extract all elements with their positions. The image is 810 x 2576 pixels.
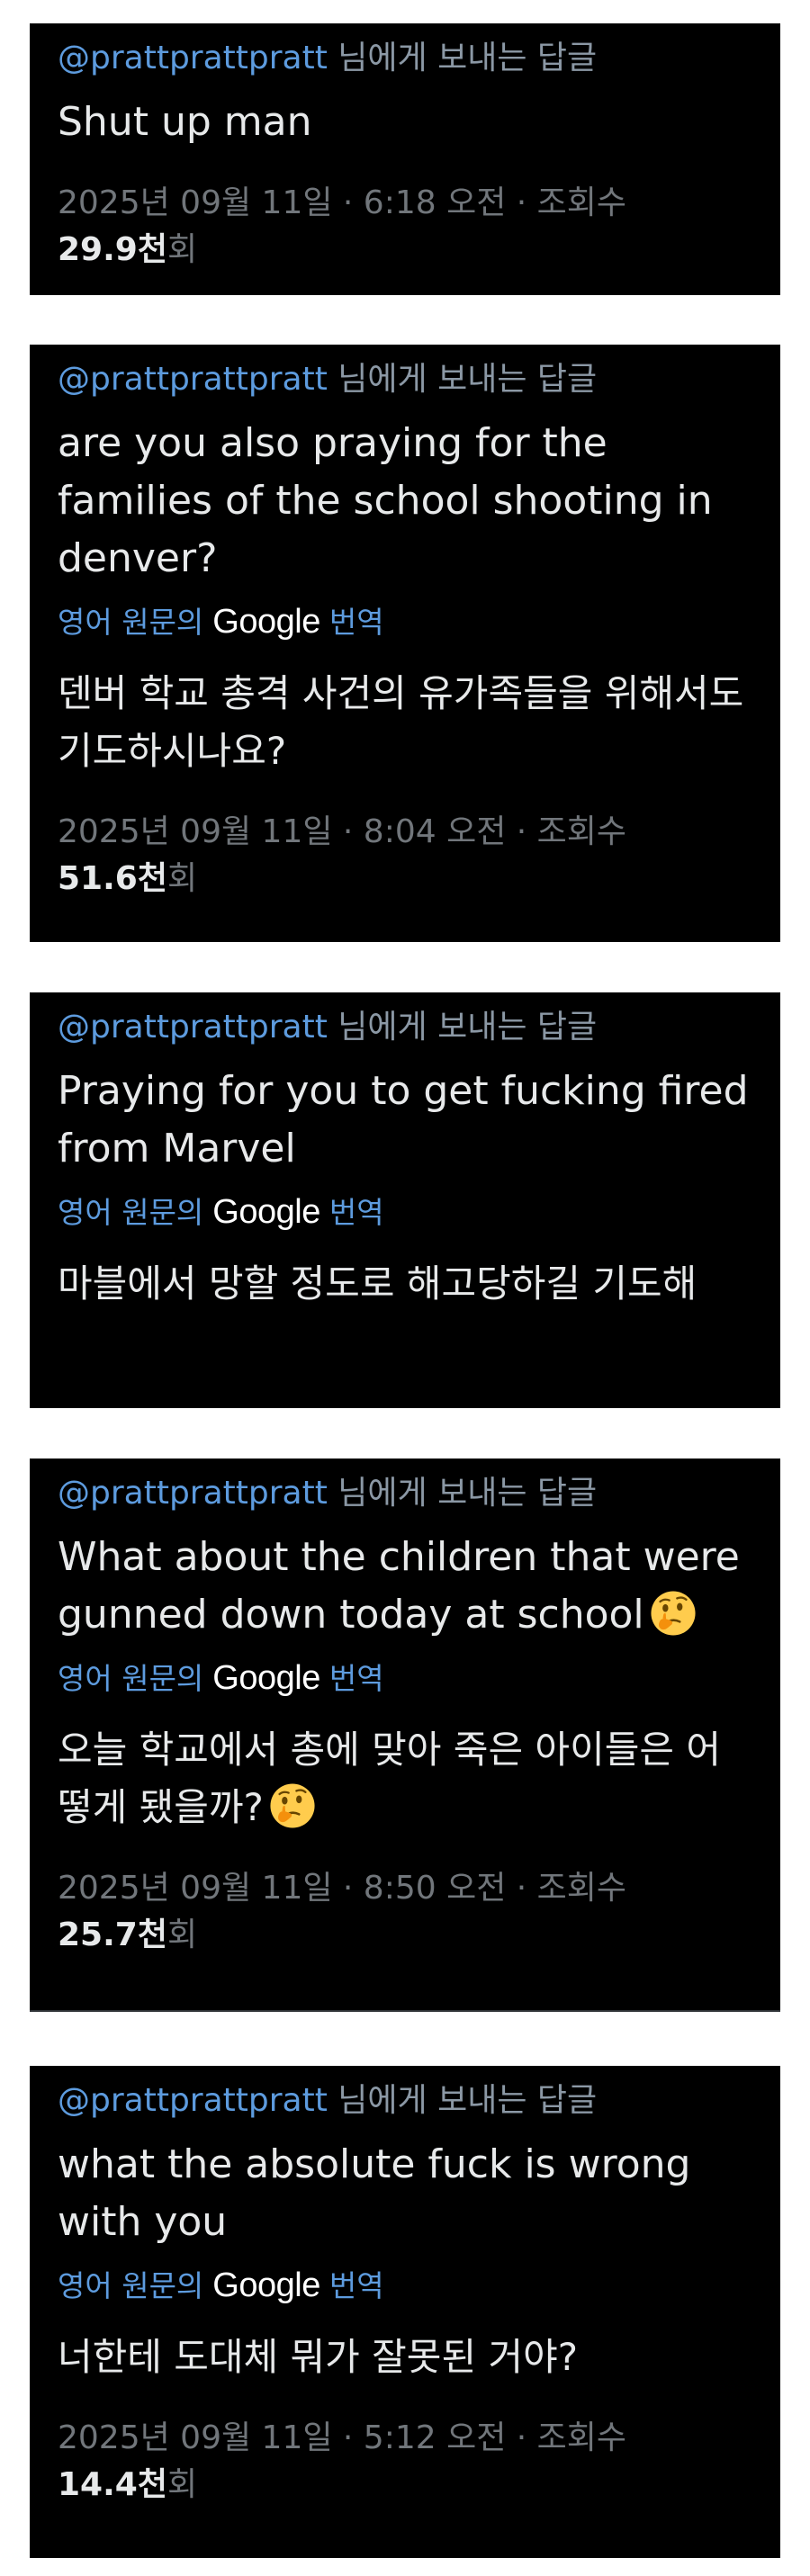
- reply-to-handle-link[interactable]: @prattprattpratt: [58, 1475, 328, 1512]
- view-count-number: 51.6천: [58, 859, 167, 897]
- reply-card[interactable]: @prattprattpratt 님에게 보내는 답글 Shut up man …: [30, 23, 780, 295]
- reply-to-suffix: 님에게 보내는 답글: [327, 361, 598, 398]
- reply-to-suffix: 님에게 보내는 답글: [327, 1009, 598, 1046]
- reply-to-handle-link[interactable]: @prattprattpratt: [58, 2082, 328, 2119]
- translate-source-label: 영어 원문의: [58, 1660, 204, 1696]
- reply-timestamp[interactable]: 2025년 09월 11일 · 8:50 오전 · 조회수: [58, 1865, 752, 1912]
- reply-timestamp[interactable]: 2025년 09월 11일 · 6:18 오전 · 조회수: [58, 180, 752, 227]
- reply-to-line: @prattprattpratt 님에게 보내는 답글: [58, 2078, 752, 2123]
- view-count: 29.9천회: [58, 227, 752, 274]
- thinking-face-icon: [651, 1591, 696, 1636]
- thinking-face-icon: [270, 1783, 315, 1828]
- reply-timestamp[interactable]: 2025년 09월 11일 · 5:12 오전 · 조회수: [58, 2415, 752, 2462]
- translate-action-label: 번역: [328, 2267, 384, 2303]
- reply-to-line: @prattprattpratt 님에게 보내는 답글: [58, 1471, 752, 1516]
- translate-source-label: 영어 원문의: [58, 2267, 204, 2303]
- reply-text-container: What about the children that were gunned…: [58, 1529, 752, 1644]
- reply-text: Praying for you to get fucking fired fro…: [58, 1068, 749, 1172]
- reply-card[interactable]: @prattprattpratt 님에게 보내는 답글 what the abs…: [30, 2066, 780, 2558]
- reply-text: Shut up man: [58, 99, 312, 146]
- reply-to-suffix: 님에게 보내는 답글: [327, 1475, 598, 1512]
- reply-to-line: @prattprattpratt 님에게 보내는 답글: [58, 1005, 752, 1050]
- reply-to-handle-link[interactable]: @prattprattpratt: [58, 1009, 328, 1046]
- translated-text: 덴버 학교 총격 사건의 유가족들을 위해서도 기도하시나요?: [58, 670, 744, 773]
- translate-source-label: 영어 원문의: [58, 604, 204, 640]
- translate-link[interactable]: 영어 원문의 Google 번역: [58, 600, 752, 644]
- reply-to-handle-link[interactable]: @prattprattpratt: [58, 361, 328, 398]
- translated-text: 오늘 학교에서 총에 맞아 죽은 아이들은 어떻게 됐을까?: [58, 1727, 721, 1829]
- reply-card[interactable]: @prattprattpratt 님에게 보내는 답글 are you also…: [30, 345, 780, 942]
- reply-timestamp[interactable]: 2025년 09월 11일 · 8:04 오전 · 조회수: [58, 809, 752, 856]
- google-logo: Google: [212, 1659, 320, 1698]
- reply-to-suffix: 님에게 보내는 답글: [327, 2082, 598, 2119]
- reply-card[interactable]: @prattprattpratt 님에게 보내는 답글 What about t…: [30, 1459, 780, 2012]
- translate-action-label: 번역: [328, 1194, 384, 1230]
- translate-link[interactable]: 영어 원문의 Google 번역: [58, 1190, 752, 1234]
- translated-text: 너한테 도대체 뭐가 잘못된 거야?: [58, 2334, 579, 2379]
- reply-text: what the absolute fuck is wrong with you: [58, 2141, 691, 2246]
- view-count: 51.6천회: [58, 856, 752, 902]
- view-count-unit: 회: [166, 2465, 198, 2503]
- view-count-number: 25.7천: [58, 1916, 167, 1953]
- translated-text: 마블에서 망할 정도로 해고당하길 기도해: [58, 1261, 698, 1306]
- translate-source-label: 영어 원문의: [58, 1194, 204, 1230]
- google-logo: Google: [212, 2266, 320, 2305]
- translate-action-label: 번역: [328, 604, 384, 640]
- reply-to-suffix: 님에게 보내는 답글: [327, 40, 598, 76]
- reply-card[interactable]: @prattprattpratt 님에게 보내는 답글 Praying for …: [30, 992, 780, 1408]
- google-logo: Google: [212, 1193, 320, 1232]
- view-count: 14.4천회: [58, 2462, 752, 2509]
- reply-to-line: @prattprattpratt 님에게 보내는 답글: [58, 357, 752, 402]
- reply-text: What about the children that were gunned…: [58, 1534, 740, 1638]
- translate-link[interactable]: 영어 원문의 Google 번역: [58, 2264, 752, 2308]
- reply-text: are you also praying for the families of…: [58, 420, 713, 582]
- view-count-unit: 회: [166, 1916, 198, 1953]
- translated-text-container: 오늘 학교에서 총에 맞아 죽은 아이들은 어떻게 됐을까?: [58, 1721, 752, 1836]
- reply-to-line: @prattprattpratt 님에게 보내는 답글: [58, 36, 752, 81]
- translate-link[interactable]: 영어 원문의 Google 번역: [58, 1656, 752, 1701]
- view-count: 25.7천회: [58, 1912, 752, 1959]
- reply-to-handle-link[interactable]: @prattprattpratt: [58, 40, 328, 76]
- view-count-unit: 회: [166, 231, 198, 269]
- view-count-unit: 회: [166, 859, 198, 897]
- google-logo: Google: [212, 603, 320, 642]
- view-count-number: 14.4천: [58, 2465, 167, 2503]
- view-count-number: 29.9천: [58, 231, 167, 269]
- translate-action-label: 번역: [328, 1660, 384, 1696]
- divider: [30, 2010, 780, 2012]
